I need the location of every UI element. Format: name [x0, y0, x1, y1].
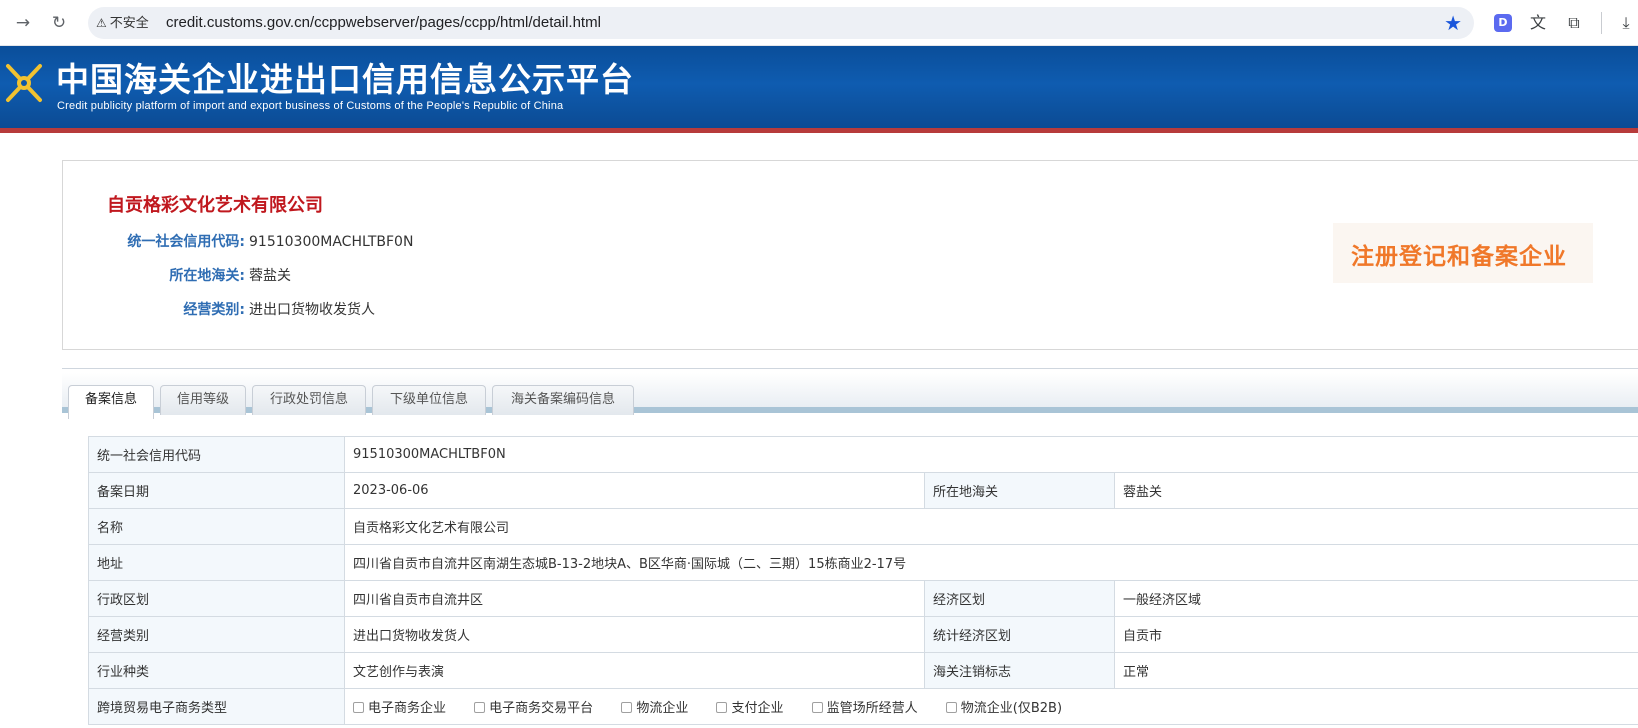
checkbox[interactable] — [812, 702, 823, 713]
option-label: 电子商务交易平台 — [489, 701, 593, 716]
toolbar-divider — [1601, 12, 1602, 34]
table-row: 统一社会信用代码 91510300MACHLTBF0N — [89, 437, 1638, 473]
address-bar[interactable]: ⚠不安全 credit.customs.gov.cn/ccppwebserver… — [88, 7, 1474, 39]
bookmark-star-icon[interactable]: ★ — [1444, 11, 1462, 35]
tab-customs-code-info[interactable]: 海关备案编码信息 — [492, 385, 634, 415]
row-value: 四川省自贡市自流井区南湖生态城B-13-2地块A、B区华商·国际城（二、三期）1… — [345, 545, 1638, 581]
site-title: 中国海关企业进出口信用信息公示平台 — [56, 60, 634, 100]
row-value: 文艺创作与表演 — [345, 653, 925, 689]
info-label: 经营类别: — [65, 299, 245, 321]
row-label: 经济区划 — [925, 581, 1115, 617]
row-value: 蓉盐关 — [1115, 473, 1638, 509]
download-icon[interactable]: ⤓ — [1614, 11, 1638, 35]
row-label: 名称 — [89, 509, 345, 545]
table-row: 经营类别 进出口货物收发货人 统计经济区划 自贡市 — [89, 617, 1638, 653]
table-row: 名称 自贡格彩文化艺术有限公司 — [89, 509, 1638, 545]
row-value: 2023-06-06 — [345, 473, 925, 509]
security-label: 不安全 — [110, 16, 149, 31]
row-value: 91510300MACHLTBF0N — [345, 437, 1638, 473]
translate-icon[interactable]: 文 — [1526, 11, 1550, 35]
row-value: 自贡格彩文化艺术有限公司 — [345, 509, 1638, 545]
checkbox[interactable] — [716, 702, 727, 713]
row-label: 经营类别 — [89, 617, 345, 653]
ecommerce-options: 电子商务企业 电子商务交易平台 物流企业 支付企业 监管场所经营人 物流企业(仅… — [345, 689, 1638, 725]
row-label: 所在地海关 — [925, 473, 1115, 509]
security-chip[interactable]: ⚠不安全 — [96, 14, 149, 32]
info-label: 所在地海关: — [65, 265, 245, 287]
registration-badge-text: 注册登记和备案企业 — [1351, 237, 1567, 271]
tab-penalty-info[interactable]: 行政处罚信息 — [252, 385, 366, 415]
info-value: 进出口货物收发货人 — [249, 299, 375, 321]
site-banner: 中国海关企业进出口信用信息公示平台 Credit publicity platf… — [0, 46, 1638, 130]
table-row: 跨境贸易电子商务类型 电子商务企业 电子商务交易平台 物流企业 支付企业 监管场… — [89, 689, 1638, 725]
tab-subsidiary-info[interactable]: 下级单位信息 — [372, 385, 486, 415]
table-row: 备案日期 2023-06-06 所在地海关 蓉盐关 — [89, 473, 1638, 509]
filing-info-table: 统一社会信用代码 91510300MACHLTBF0N 备案日期 2023-06… — [88, 436, 1638, 725]
extensions-puzzle-icon[interactable]: ⧉ — [1562, 11, 1586, 35]
checkbox[interactable] — [621, 702, 632, 713]
info-row-biz-type: 经营类别: 进出口货物收发货人 — [63, 299, 663, 321]
info-row-credit-code: 统一社会信用代码: 91510300MACHLTBF0N — [63, 231, 663, 253]
ecommerce-option[interactable]: 支付企业 — [716, 701, 783, 716]
ecommerce-option[interactable]: 电子商务企业 — [353, 701, 446, 716]
tab-strip: 备案信息 信用等级 行政处罚信息 下级单位信息 海关备案编码信息 — [62, 373, 1638, 413]
option-label: 物流企业(仅B2B) — [961, 701, 1062, 716]
row-label: 行政区划 — [89, 581, 345, 617]
row-value: 进出口货物收发货人 — [345, 617, 925, 653]
tab-credit-level[interactable]: 信用等级 — [160, 385, 246, 415]
registration-badge: 注册登记和备案企业 — [1333, 223, 1593, 283]
extension-d-icon[interactable]: D — [1494, 14, 1512, 32]
table-row: 行业种类 文艺创作与表演 海关注销标志 正常 — [89, 653, 1638, 689]
ecommerce-option[interactable]: 物流企业 — [621, 701, 688, 716]
checkbox[interactable] — [474, 702, 485, 713]
row-label: 统一社会信用代码 — [89, 437, 345, 473]
site-subtitle: Credit publicity platform of import and … — [57, 100, 563, 112]
row-label: 备案日期 — [89, 473, 345, 509]
option-label: 电子商务企业 — [368, 701, 446, 716]
info-value: 蓉盐关 — [249, 265, 291, 287]
row-label: 地址 — [89, 545, 345, 581]
company-name: 自贡格彩文化艺术有限公司 — [107, 191, 323, 217]
table-row: 地址 四川省自贡市自流井区南湖生态城B-13-2地块A、B区华商·国际城（二、三… — [89, 545, 1638, 581]
reload-icon[interactable]: ↻ — [46, 10, 72, 36]
table-row: 行政区划 四川省自贡市自流井区 经济区划 一般经济区域 — [89, 581, 1638, 617]
option-label: 监管场所经营人 — [827, 701, 918, 716]
banner-stripe — [0, 128, 1638, 133]
row-label: 海关注销标志 — [925, 653, 1115, 689]
info-value: 91510300MACHLTBF0N — [249, 231, 413, 253]
row-label: 统计经济区划 — [925, 617, 1115, 653]
checkbox[interactable] — [946, 702, 957, 713]
info-row-customs: 所在地海关: 蓉盐关 — [63, 265, 663, 287]
forward-icon[interactable]: → — [10, 10, 36, 36]
info-label: 统一社会信用代码: — [65, 231, 245, 253]
row-value: 自贡市 — [1115, 617, 1638, 653]
customs-emblem-icon — [2, 58, 46, 108]
row-label: 跨境贸易电子商务类型 — [89, 689, 345, 725]
checkbox[interactable] — [353, 702, 364, 713]
ecommerce-option[interactable]: 监管场所经营人 — [812, 701, 918, 716]
row-label: 行业种类 — [89, 653, 345, 689]
warning-icon: ⚠ — [96, 14, 107, 32]
option-label: 支付企业 — [731, 701, 783, 716]
row-value: 一般经济区域 — [1115, 581, 1638, 617]
row-value: 正常 — [1115, 653, 1638, 689]
company-summary: 自贡格彩文化艺术有限公司 统一社会信用代码: 91510300MACHLTBF0… — [62, 160, 1638, 350]
option-label: 物流企业 — [636, 701, 688, 716]
browser-toolbar: → ↻ ⚠不安全 credit.customs.gov.cn/ccppwebse… — [0, 0, 1638, 46]
ecommerce-option[interactable]: 物流企业(仅B2B) — [946, 701, 1062, 716]
tab-filing-info[interactable]: 备案信息 — [68, 385, 154, 419]
ecommerce-option[interactable]: 电子商务交易平台 — [474, 701, 593, 716]
row-value: 四川省自贡市自流井区 — [345, 581, 925, 617]
url-text[interactable]: credit.customs.gov.cn/ccppwebserver/page… — [166, 14, 601, 32]
